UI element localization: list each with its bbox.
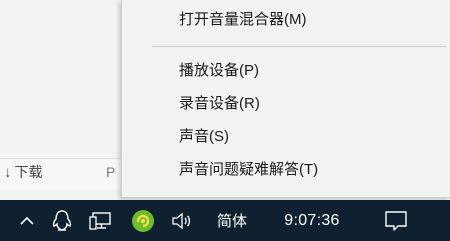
input-method-indicator[interactable]: 简体 — [208, 200, 256, 241]
taskbar-clock[interactable]: 9:07:36 — [268, 200, 356, 241]
download-button[interactable]: ↓ 下载 — [4, 160, 43, 184]
menu-separator — [152, 46, 446, 47]
volume-button[interactable] — [166, 200, 198, 241]
menu-item-troubleshoot-sound[interactable]: 声音问题疑难解答(T) — [122, 155, 450, 185]
action-center-button[interactable] — [376, 200, 416, 241]
network-button[interactable] — [85, 200, 117, 241]
volume-icon — [172, 212, 191, 229]
show-hidden-icons-button[interactable] — [14, 200, 40, 241]
background-partial-label: P — [106, 164, 116, 180]
volume-context-menu: 打开音量混合器(M) 播放设备(P) 录音设备(R) 声音(S) 声音问题疑难解… — [121, 0, 450, 198]
menu-item-playback-devices[interactable]: 播放设备(P) — [122, 56, 450, 86]
menu-item-sounds[interactable]: 声音(S) — [122, 122, 450, 152]
taskbar: 简体 9:07:36 — [0, 200, 450, 241]
qq-tray-button[interactable] — [47, 200, 77, 241]
green-app-icon — [132, 209, 154, 232]
notification-icon — [385, 210, 407, 231]
menu-item-recording-devices[interactable]: 录音设备(R) — [122, 89, 450, 119]
download-label: 下载 — [14, 164, 43, 180]
chevron-up-icon — [20, 216, 34, 225]
network-icon — [89, 211, 111, 230]
qq-penguin-icon — [52, 209, 72, 231]
green-app-tray-button[interactable] — [127, 200, 159, 241]
arrow-down-icon: ↓ — [4, 163, 12, 181]
menu-item-open-volume-mixer[interactable]: 打开音量混合器(M) — [122, 5, 450, 35]
